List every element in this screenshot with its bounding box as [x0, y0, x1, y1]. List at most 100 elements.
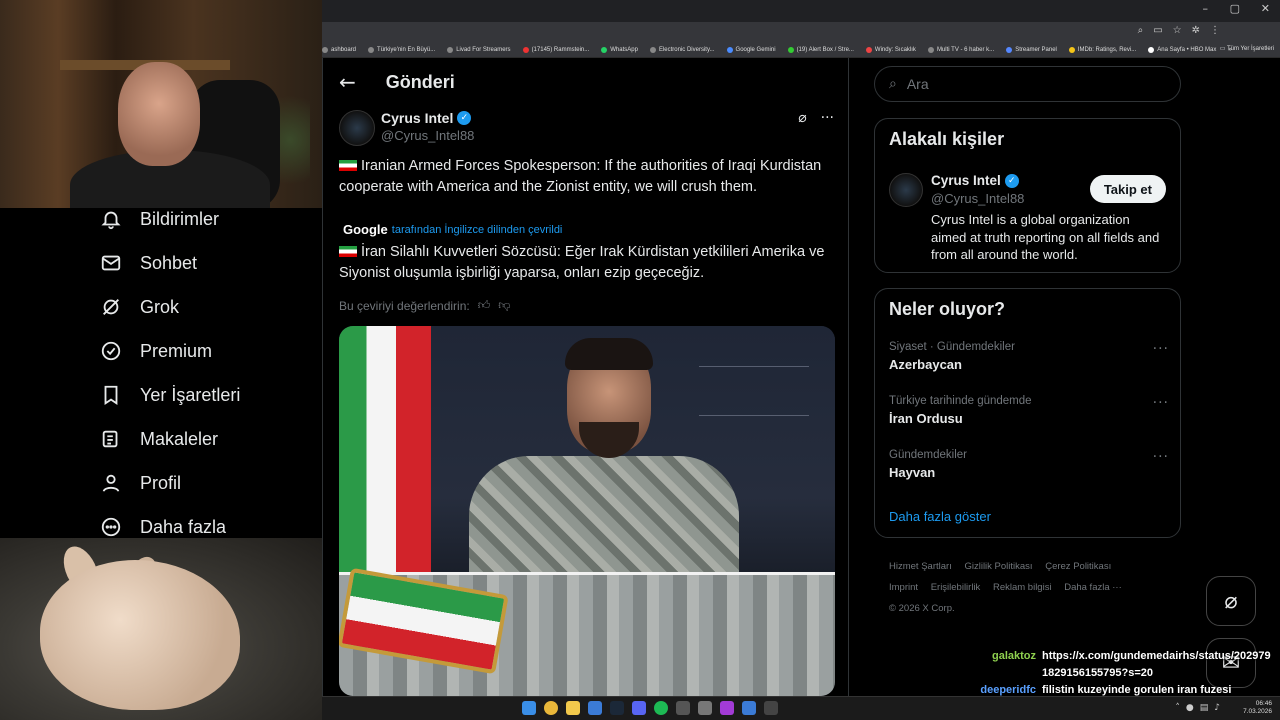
more-options-icon[interactable]: ···: [1153, 341, 1169, 357]
app-icon[interactable]: [676, 701, 690, 715]
cast-icon[interactable]: ▭: [1153, 25, 1162, 36]
bookmark-item[interactable]: Ana Sayfa • HBO Max: [1148, 46, 1216, 53]
close-button[interactable]: ✕: [1261, 2, 1270, 15]
sidebar-item-bookmarks[interactable]: Yer İşaretleri: [100, 384, 240, 406]
bookmark-item[interactable]: (19) Alert Box / Stre...: [787, 46, 854, 53]
app-icon[interactable]: [698, 701, 712, 715]
bell-icon: [101, 211, 121, 230]
footer-link[interactable]: Imprint: [889, 582, 918, 593]
app-icon[interactable]: [742, 701, 756, 715]
app-icon[interactable]: [720, 701, 734, 715]
search-placeholder: Ara: [906, 76, 929, 92]
sidebar-item-articles[interactable]: Makaleler: [100, 428, 218, 450]
grok-icon[interactable]: ⌀: [798, 110, 806, 126]
bookmark-item[interactable]: Türkiye'nin En Büyü...: [368, 46, 435, 53]
minimize-button[interactable]: –: [1203, 2, 1209, 15]
folder-icon[interactable]: [566, 701, 580, 715]
gemini-icon: [726, 46, 733, 53]
bookmark-item[interactable]: ashboard: [322, 46, 356, 53]
app-icon[interactable]: [588, 701, 602, 715]
post-media[interactable]: [339, 326, 835, 696]
sidebar-item-label: Makaleler: [140, 428, 219, 449]
copyright: © 2026 X Corp.: [889, 603, 955, 614]
trend-item[interactable]: Siyaset · Gündemdekiler Azerbaycan ···: [889, 341, 1169, 372]
related-avatar[interactable]: [889, 173, 923, 207]
sidebar-item-premium[interactable]: Premium: [100, 340, 212, 362]
thumbs-down-icon[interactable]: 👎︎: [498, 298, 510, 313]
tweet-text-original: Iranian Armed Forces Spokesperson: If th…: [339, 156, 831, 198]
extensions-icon[interactable]: ✲: [1192, 25, 1200, 36]
screen: – ▢ ✕ ⌕ ▭ ☆ ✲ ⋮ ashboard Türkiye'nin En …: [0, 0, 1280, 720]
steam-icon[interactable]: [610, 701, 624, 715]
trend-item[interactable]: Gündemdekiler Hayvan ···: [889, 449, 1169, 480]
media-image-top: [339, 326, 835, 572]
footer-link[interactable]: Gizlilik Politikası: [964, 561, 1032, 572]
footer-link[interactable]: Reklam bilgisi: [993, 582, 1052, 593]
mail-icon: [101, 255, 121, 271]
back-arrow-icon[interactable]: ←: [339, 70, 356, 94]
more-options-icon[interactable]: ···: [821, 110, 834, 126]
all-bookmarks-button[interactable]: ▭ Tüm Yer İşaretleri: [1220, 45, 1274, 52]
footer-link[interactable]: Erişilebilirlik: [931, 582, 981, 593]
sidebar-item-profile[interactable]: Profil: [100, 472, 181, 494]
translation-link[interactable]: tarafından İngilizce dilinden çevrildi: [392, 224, 563, 236]
sidebar-nav: Bildirimler Sohbet Grok Premium Yer İşar…: [0, 208, 322, 538]
search-input[interactable]: ⌕ Ara: [874, 66, 1181, 102]
related-name-row[interactable]: Cyrus Intel ✓: [931, 173, 1019, 188]
sidebar-item-chat[interactable]: Sohbet: [100, 252, 197, 274]
author-name: Cyrus Intel: [381, 110, 454, 126]
bookmark-item[interactable]: (17145) Rammstein...: [522, 46, 589, 53]
menu-icon[interactable]: ⋮: [1210, 25, 1220, 36]
discord-icon[interactable]: [632, 701, 646, 715]
trend-item[interactable]: Türkiye tarihinde gündemde İran Ordusu ·…: [889, 395, 1169, 426]
sidebar-item-notifications[interactable]: Bildirimler: [100, 208, 219, 230]
iran-flag-icon: [339, 160, 357, 171]
grok-floating-button[interactable]: ⌀: [1206, 576, 1256, 626]
related-title: Alakalı kişiler: [889, 129, 1005, 149]
footer-link[interactable]: Hizmet Şartları: [889, 561, 952, 572]
sidebar-item-more[interactable]: Daha fazla: [100, 516, 226, 538]
network-icon[interactable]: ▤: [1200, 703, 1209, 713]
chrome-icon[interactable]: [544, 701, 558, 715]
sidebar-item-grok[interactable]: Grok: [100, 296, 179, 318]
trend-meta: Siyaset · Gündemdekiler: [889, 341, 1015, 353]
maximize-button[interactable]: ▢: [1230, 2, 1240, 15]
zoom-icon[interactable]: ⌕: [1138, 25, 1144, 36]
more-options-icon[interactable]: ···: [1153, 395, 1169, 411]
bookmark-item[interactable]: Streamer Panel: [1006, 46, 1057, 53]
app-icon[interactable]: [764, 701, 778, 715]
footer-link[interactable]: Daha fazla ···: [1064, 582, 1122, 593]
mic-icon[interactable]: ●: [1186, 703, 1194, 713]
post-header: ← Gönderi: [339, 70, 455, 94]
author-name-row[interactable]: Cyrus Intel ✓: [381, 110, 472, 126]
spotify-icon[interactable]: [654, 701, 668, 715]
bookmark-item[interactable]: Google Gemini: [726, 46, 776, 53]
bookmark-item[interactable]: Windy: Sıcaklık: [865, 46, 916, 53]
tweet-text: İran Silahlı Kuvvetleri Sözcüsü: Eğer Ir…: [339, 244, 825, 281]
bookmark-item[interactable]: Multi TV - 6 haber k...: [927, 46, 994, 53]
author-handle[interactable]: @Cyrus_Intel88: [381, 128, 474, 143]
bookmark-item[interactable]: Livad For Streamers: [447, 46, 511, 53]
grok-icon: [103, 299, 119, 315]
windows-start-icon[interactable]: [522, 701, 536, 715]
author-avatar[interactable]: [339, 110, 375, 146]
more-options-icon[interactable]: ···: [1153, 449, 1169, 465]
chevron-up-icon[interactable]: ˄: [1175, 703, 1180, 713]
clock[interactable]: 06:46 7.03.2026: [1243, 700, 1272, 716]
browser-titlebar: – ▢ ✕: [322, 0, 1280, 22]
bookmark-item[interactable]: WhatsApp: [601, 46, 638, 53]
sidebar-item-label: Premium: [140, 340, 213, 361]
post-actions: ⌀ ···: [798, 110, 834, 126]
bookmark-favicon-icon: [787, 46, 794, 53]
show-more-link[interactable]: Daha fazla göster: [889, 509, 991, 524]
bookmark-item[interactable]: IMDb: Ratings, Revi...: [1068, 46, 1136, 53]
bookmark-item[interactable]: Electronic Diversity...: [649, 46, 715, 53]
footer-link[interactable]: Çerez Politikası: [1045, 561, 1111, 572]
follow-button[interactable]: Takip et: [1089, 175, 1166, 203]
tweet-text: Iranian Armed Forces Spokesperson: If th…: [339, 158, 822, 195]
star-icon[interactable]: ☆: [1173, 25, 1182, 36]
related-people-panel: Alakalı kişiler Cyrus Intel ✓ @Cyrus_Int…: [874, 118, 1181, 273]
related-handle[interactable]: @Cyrus_Intel88: [931, 191, 1024, 206]
thumbs-up-icon[interactable]: 👍︎: [478, 298, 491, 313]
volume-icon[interactable]: ♪: [1214, 703, 1220, 713]
